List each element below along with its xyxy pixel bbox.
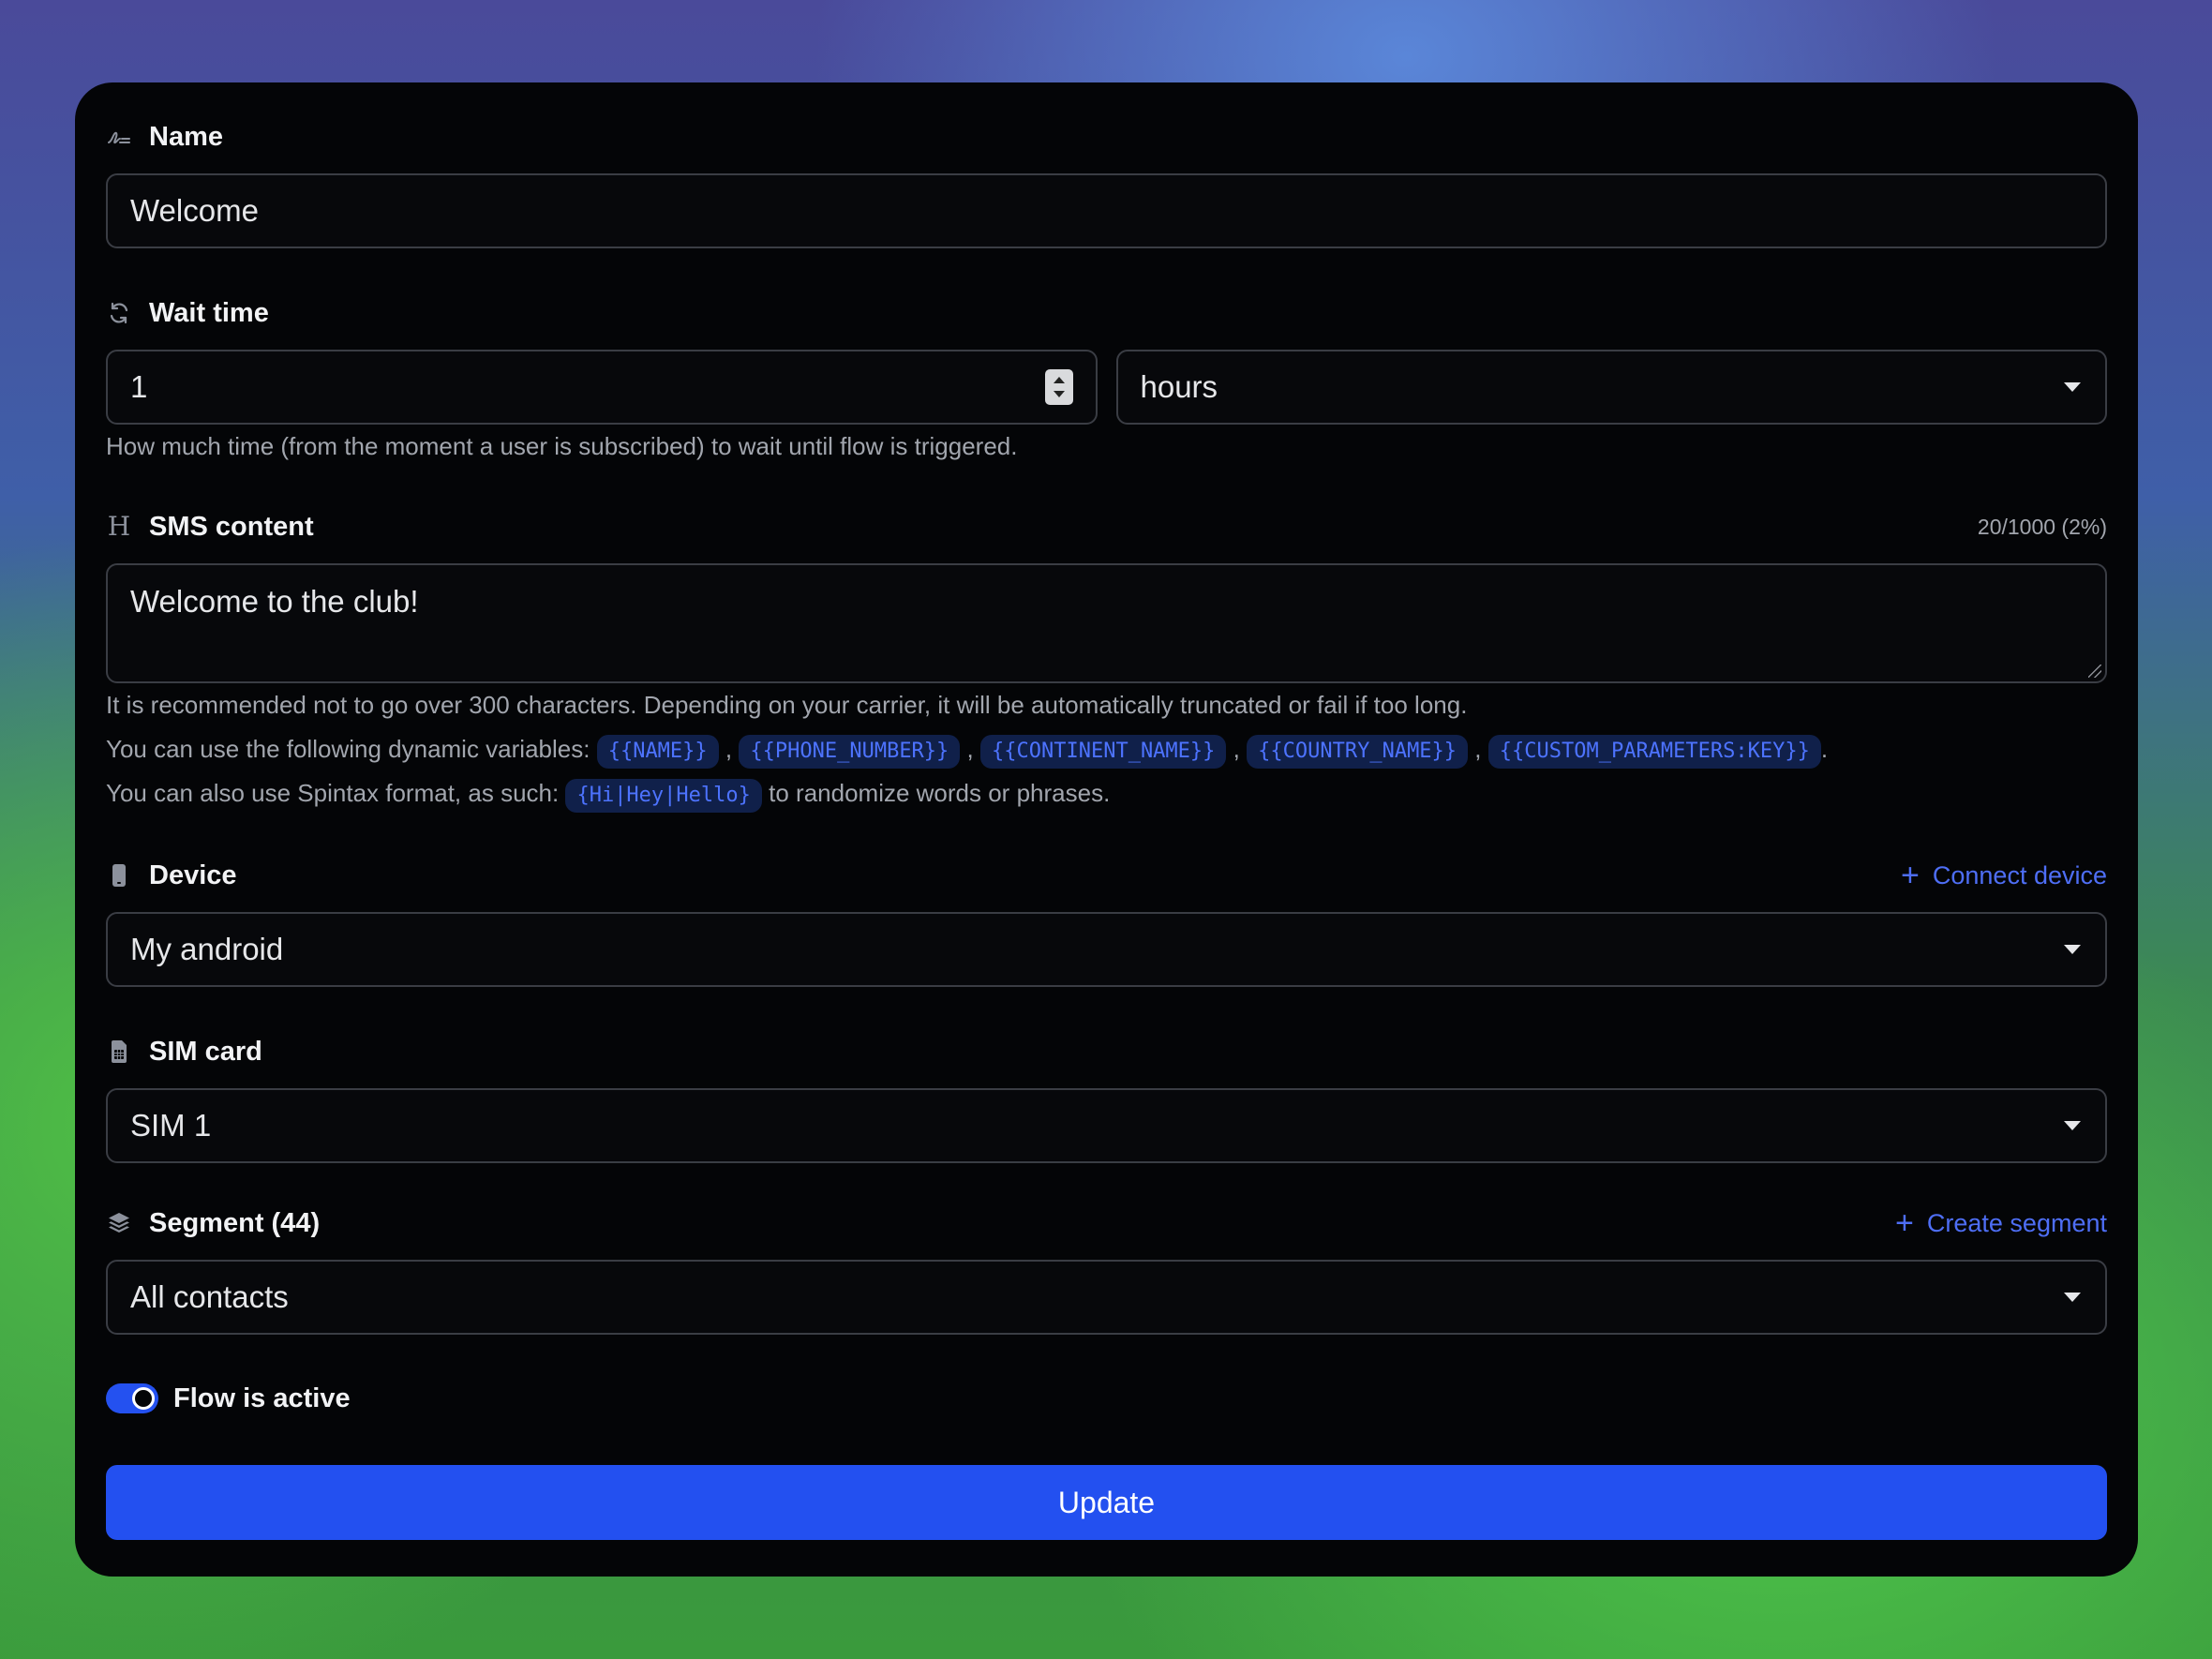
variable-chip: {{PHONE_NUMBER}} [739,735,961,769]
sms-spintax-help: You can also use Spintax format, as such… [106,771,2107,815]
segment-select-value: All contacts [130,1279,289,1314]
segment-select[interactable]: All contacts [106,1260,2107,1335]
sms-textarea-value: Welcome to the club! [130,584,419,619]
variable-chip: {{NAME}} [596,735,719,769]
stepper-up-icon[interactable] [1053,377,1065,383]
segment-field-group: Segment (44) + Create segment All contac… [106,1204,2107,1335]
heading-icon: H [107,511,131,542]
sms-field-group: H SMS content 20/1000 (2%) Welcome to th… [106,508,2107,815]
name-input[interactable]: Welcome [106,173,2107,248]
segment-label: Segment (44) [149,1207,321,1238]
wait-time-number-input[interactable]: 1 [106,350,1098,425]
refresh-icon [106,300,132,326]
number-stepper[interactable] [1044,369,1073,405]
flow-active-label: Flow is active [173,1382,351,1413]
flow-active-row: Flow is active [106,1380,2107,1417]
signature-icon [106,124,132,150]
sim-select[interactable]: SIM 1 [106,1088,2107,1163]
stepper-down-icon[interactable] [1053,391,1065,397]
sms-variables-help: You can use the following dynamic variab… [106,727,2107,771]
sim-select-value: SIM 1 [130,1108,212,1143]
variable-chip: {{CUSTOM_PARAMETERS:KEY}} [1487,735,1821,769]
variable-chip: {{COUNTRY_NAME}} [1247,735,1469,769]
spintax-chip: {Hi|Hey|Hello} [565,779,762,813]
resize-handle-icon[interactable] [2088,665,2101,678]
name-label: Name [149,121,223,152]
wait-time-value: 1 [130,369,148,404]
chevron-down-icon [2064,945,2081,954]
device-select-value: My android [130,932,284,966]
sms-textarea[interactable]: Welcome to the club! [106,563,2107,683]
sms-char-counter: 20/1000 (2%) [1977,514,2107,539]
device-field-group: Device + Connect device My android [106,857,2107,987]
sim-card-icon [106,1039,132,1065]
sim-label: SIM card [149,1036,262,1067]
layers-icon [106,1210,132,1236]
connect-device-link[interactable]: + Connect device [1901,859,2107,891]
chevron-down-icon [2064,1121,2081,1130]
wait-time-help: How much time (from the moment a user is… [106,432,1018,460]
sim-field-group: SIM card SIM 1 [106,1033,2107,1163]
chevron-down-icon [2064,382,2081,392]
wait-time-label: Wait time [149,297,269,328]
phone-icon [106,862,132,889]
name-field-group: Name Welcome [106,118,2107,248]
create-segment-link[interactable]: + Create segment [1895,1207,2107,1239]
update-button-wrap: Update [106,1465,2107,1540]
update-button[interactable]: Update [106,1465,2107,1540]
flow-form-card: Name Welcome Wait time 1 hours How much … [75,82,2138,1577]
flow-active-toggle[interactable] [106,1383,158,1413]
wait-time-unit-value: hours [1140,369,1218,404]
plus-icon: + [1901,858,1920,893]
wait-time-field-group: Wait time 1 hours How much time (from th… [106,294,2107,469]
name-input-value: Welcome [130,193,259,228]
sms-label: SMS content [149,511,314,542]
variable-chip: {{CONTINENT_NAME}} [980,735,1227,769]
sms-length-help: It is recommended not to go over 300 cha… [106,691,1468,719]
device-select[interactable]: My android [106,912,2107,987]
device-label: Device [149,859,237,890]
wait-time-unit-select[interactable]: hours [1115,350,2107,425]
plus-icon: + [1895,1205,1914,1241]
chevron-down-icon [2064,1293,2081,1302]
